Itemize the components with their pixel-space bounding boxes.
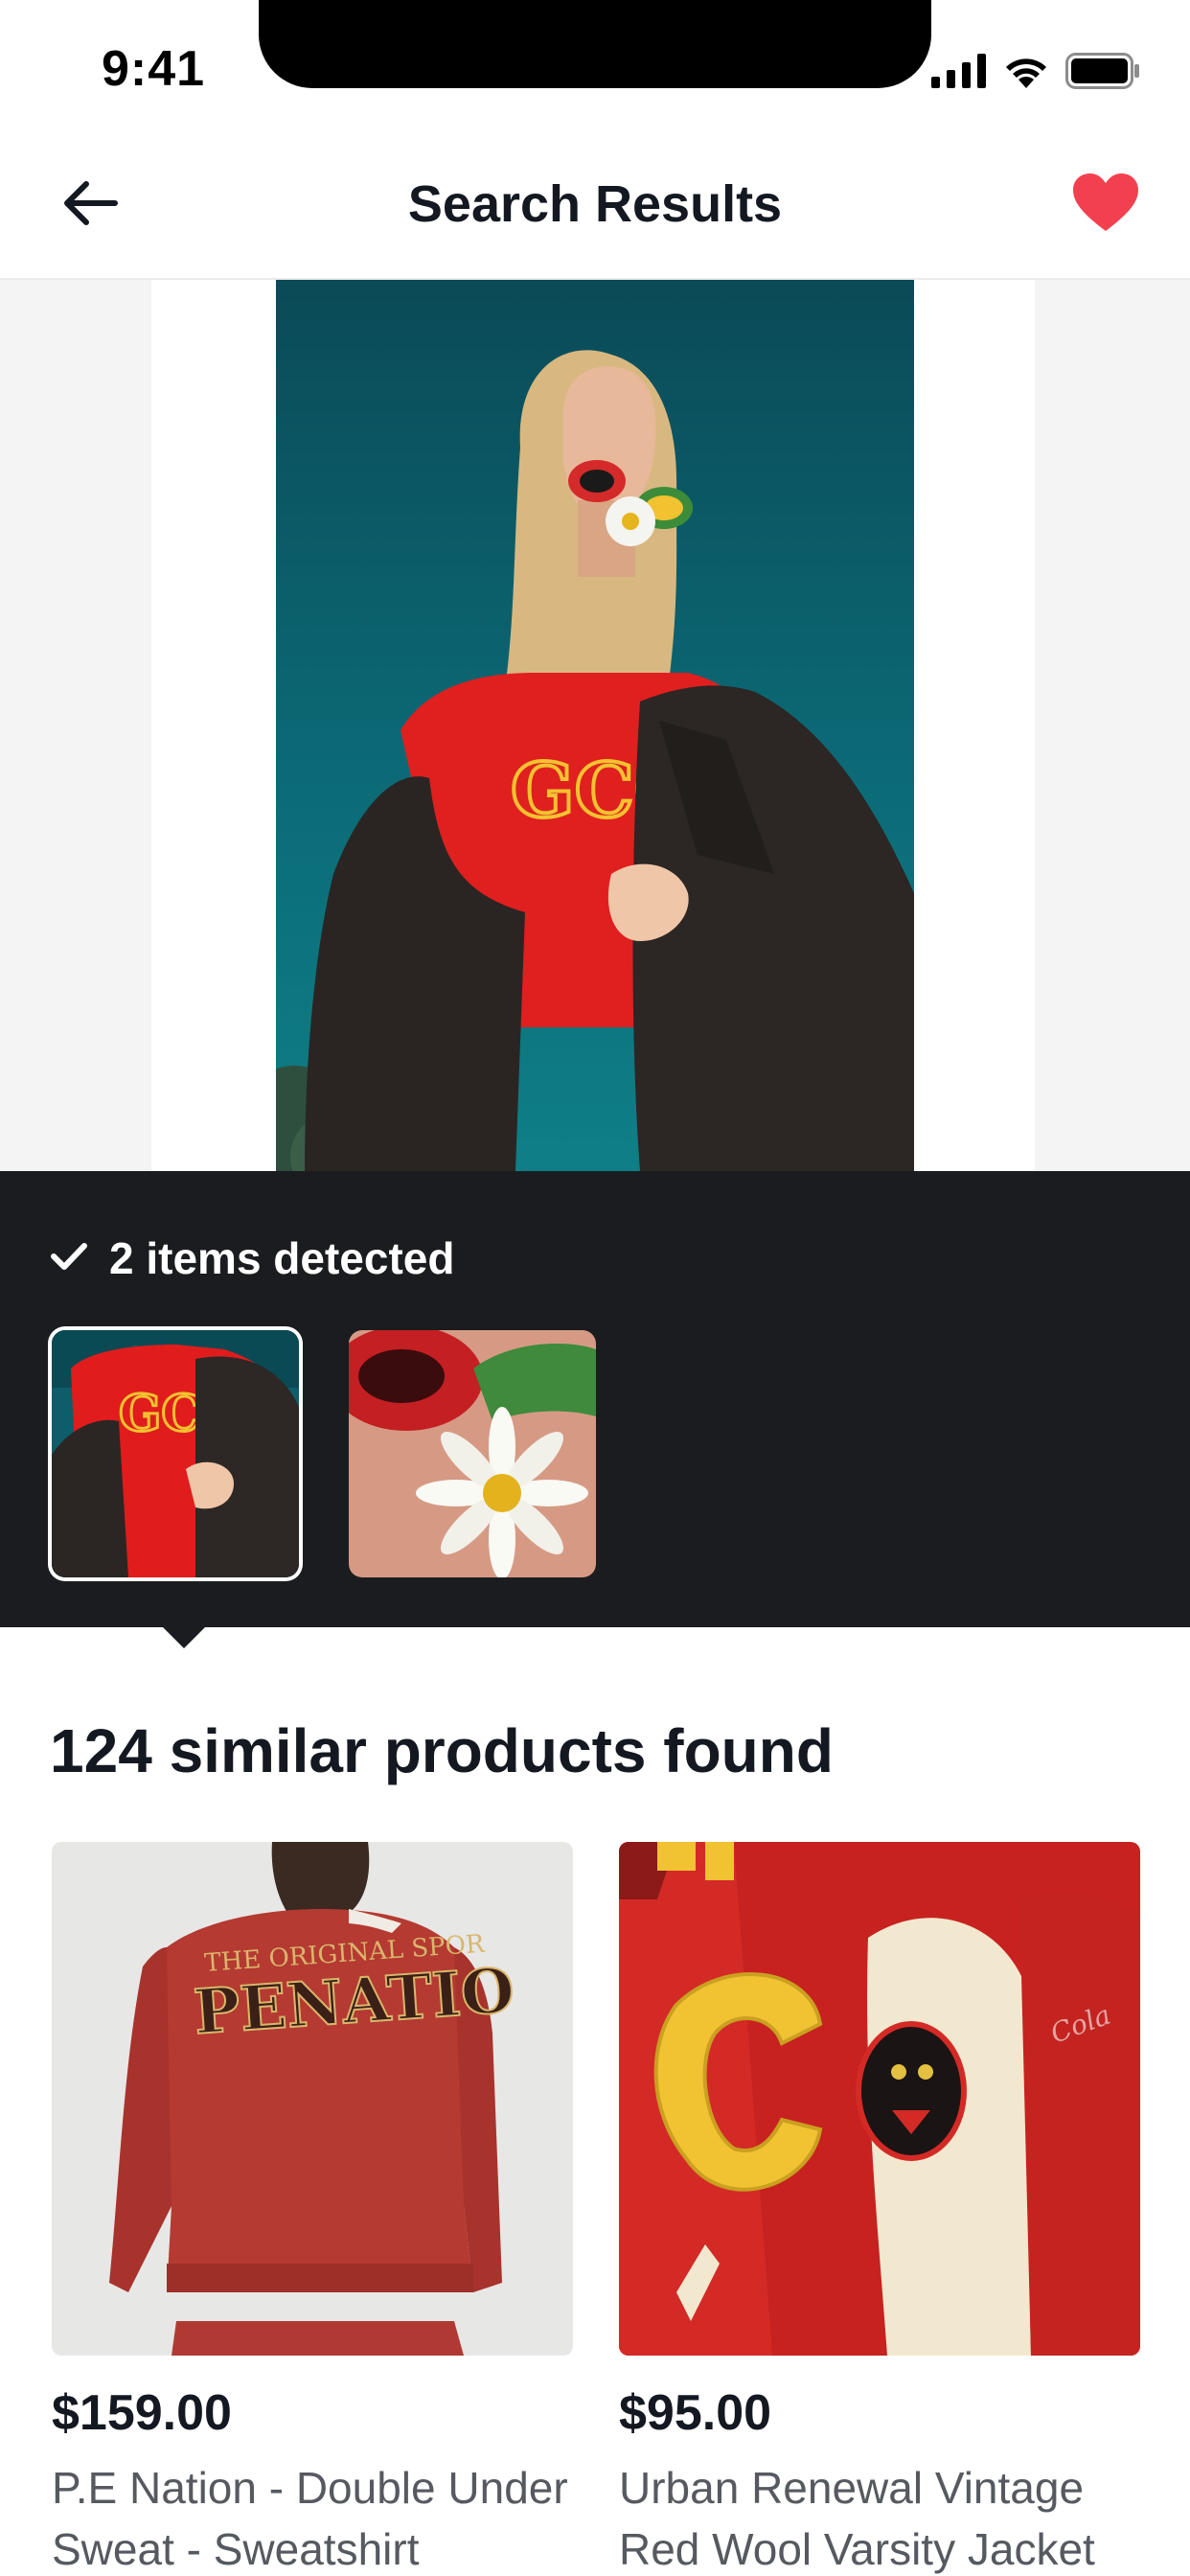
wifi-icon bbox=[1002, 54, 1050, 93]
detection-panel: 2 items detected GCC bbox=[0, 1171, 1190, 1627]
cellular-signal-icon bbox=[931, 53, 987, 93]
search-photo-area: GCC bbox=[0, 280, 1190, 1171]
product-card[interactable]: Cola $95.00 Urban Renewal Vintage Red Wo… bbox=[619, 1842, 1140, 2576]
product-name: Urban Renewal Vintage Red Wool Varsity J… bbox=[619, 2463, 1095, 2574]
search-results-screen: 9:41 Search Results GCC 2 items detected… bbox=[0, 0, 1190, 2576]
heart-icon bbox=[1073, 172, 1138, 238]
status-time: 9:41 bbox=[102, 41, 206, 97]
product-price: $159.00 bbox=[52, 2385, 232, 2441]
favorite-button[interactable] bbox=[1069, 169, 1142, 242]
app-header: Search Results bbox=[0, 134, 1190, 280]
product-image[interactable]: THE ORIGINAL SPOR PENATIO bbox=[52, 1842, 573, 2356]
selection-pointer bbox=[161, 1625, 207, 1648]
battery-icon bbox=[1065, 52, 1140, 94]
detection-label: 2 items detected bbox=[109, 1233, 455, 1283]
check-icon bbox=[50, 1241, 88, 1276]
product-card[interactable]: THE ORIGINAL SPOR PENATIO $159.00 P.E Na… bbox=[52, 1842, 573, 2576]
page-title: Search Results bbox=[407, 175, 783, 233]
product-price: $95.00 bbox=[619, 2385, 772, 2441]
detection-header: 2 items detected bbox=[50, 1232, 454, 1284]
detected-item-thumbnail-jacket[interactable]: GCC bbox=[52, 1330, 299, 1577]
product-image[interactable]: Cola bbox=[619, 1842, 1140, 2356]
status-bar: 9:41 bbox=[0, 0, 1190, 134]
detected-item-thumbnail-sunglasses[interactable] bbox=[349, 1330, 596, 1577]
device-notch bbox=[259, 0, 931, 88]
search-photo[interactable]: GCC bbox=[276, 280, 914, 1171]
product-name: P.E Nation - Double Under Sweat - Sweats… bbox=[52, 2463, 568, 2574]
status-icons bbox=[931, 52, 1140, 94]
results-count-title: 124 similar products found bbox=[50, 1716, 834, 1785]
